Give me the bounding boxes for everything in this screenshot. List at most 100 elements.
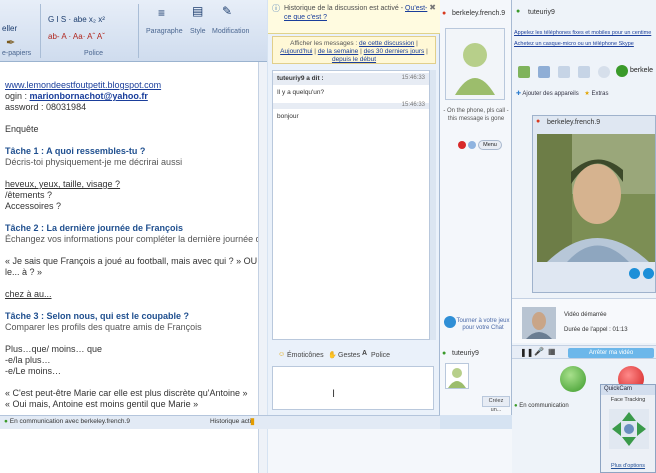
online-status-icon: ● bbox=[442, 350, 447, 357]
history-notice: ⓘ Historique de la discussion est activé… bbox=[268, 0, 440, 34]
ribbon-group-police: Police bbox=[84, 50, 104, 57]
call-icon[interactable] bbox=[616, 65, 628, 77]
contact2-name[interactable]: tuteuriy9 bbox=[452, 350, 479, 357]
enquete-heading: Enquête bbox=[5, 124, 39, 134]
skype-toolbar: berkele bbox=[512, 62, 656, 80]
history-link-discussion[interactable]: de cette discussion bbox=[359, 40, 414, 47]
history-link-all[interactable]: depuis le début bbox=[332, 56, 376, 63]
format-painter-icon[interactable]: ✒ bbox=[6, 36, 15, 49]
message-divider: 15:46:33 bbox=[273, 102, 429, 109]
block-icon[interactable] bbox=[458, 141, 466, 149]
font-color-buttons[interactable]: ab‑ A · Aa· Aˆ Aˇ bbox=[48, 32, 105, 41]
contact1-name[interactable]: berkeley.french.9 bbox=[452, 10, 505, 17]
paragraphe-button[interactable]: Paragraphe bbox=[146, 28, 183, 35]
task3-line: « Oui mais, Antoine est moins gentil que… bbox=[5, 399, 199, 409]
online-status-icon: ● bbox=[516, 8, 521, 15]
promo-link-calls[interactable]: Appelez les téléphones fixes et mobiles … bbox=[514, 28, 656, 39]
style-icon[interactable]: ▤ bbox=[192, 4, 203, 18]
call-button[interactable] bbox=[560, 366, 586, 392]
login-value[interactable]: marionbornachot@yahoo.fr bbox=[30, 91, 148, 101]
task1-line: Accessoires ? bbox=[5, 201, 62, 211]
ribbon-paste-label[interactable]: eller bbox=[2, 24, 17, 33]
chat-scrollbar[interactable] bbox=[430, 70, 436, 340]
info-icon[interactable] bbox=[468, 141, 476, 149]
font-button[interactable]: Police bbox=[371, 352, 390, 359]
text-cursor-icon: I bbox=[332, 388, 336, 400]
ad-link[interactable]: Tourner à votre jeux pour votre Chat bbox=[456, 318, 510, 332]
history-icon[interactable] bbox=[598, 66, 610, 78]
task3-line: -e/la plus… bbox=[5, 355, 51, 365]
history-notice-text: Historique de la discussion est activé - bbox=[284, 5, 404, 12]
pause-icon[interactable]: ❚❚ bbox=[520, 348, 533, 357]
history-link-week[interactable]: de la semaine bbox=[318, 48, 358, 55]
task2-description: Échangez vos informations pour compléter… bbox=[5, 234, 258, 244]
extras-icon[interactable]: ★ bbox=[584, 91, 589, 97]
menu-button[interactable]: Menu bbox=[478, 140, 502, 150]
center-icon[interactable] bbox=[624, 424, 634, 434]
call-duration: Durée de l'appel : 01:13 bbox=[564, 327, 628, 333]
history-link-today[interactable]: Aujourd'hui bbox=[280, 48, 312, 55]
default-avatar-icon bbox=[448, 368, 466, 388]
message-time: 15:46:33 bbox=[401, 75, 425, 81]
contact2-title: ● tuteuriy9 bbox=[440, 350, 512, 362]
mute-icon[interactable]: 🎤 bbox=[534, 347, 544, 356]
keypad-icon[interactable]: ▦ bbox=[548, 347, 556, 356]
task2-heading: Tâche 2 : La dernière journée de Françoi… bbox=[5, 223, 184, 233]
face-tracking-label[interactable]: Face Tracking bbox=[601, 397, 655, 403]
add-devices-button[interactable]: Ajouter des appareils bbox=[522, 91, 578, 97]
ribbon-separator bbox=[138, 4, 139, 58]
contact1-avatar bbox=[445, 28, 505, 100]
skype-promo-links: Appelez les téléphones fixes et mobiles … bbox=[514, 28, 656, 50]
modification-button[interactable]: Modification bbox=[212, 28, 249, 35]
add-icon[interactable]: ✚ bbox=[516, 91, 521, 97]
document-body[interactable]: www.lemondeestfoutpetit.blogspot.com ogi… bbox=[0, 62, 258, 473]
word-ribbon: eller ✒ e-papiers G I S · abe x₂ x² ab‑ … bbox=[0, 0, 267, 62]
message-author: tuteuriy9 a dit : bbox=[277, 75, 324, 82]
blog-url[interactable]: www.lemondeestfoutpetit.blogspot.com bbox=[5, 80, 258, 91]
create-button[interactable]: Créez un... bbox=[482, 396, 510, 413]
stop-video-button[interactable]: Arrêter ma vidéo bbox=[568, 348, 654, 358]
task3-line: Plus…que/ moins… que bbox=[5, 344, 103, 354]
paragraph-icon[interactable]: ≡ bbox=[158, 6, 165, 20]
modification-icon[interactable]: ✎ bbox=[222, 4, 232, 18]
info-icon: ⓘ bbox=[272, 4, 280, 13]
task2-line: chez à au... bbox=[5, 289, 52, 299]
send-file-icon[interactable] bbox=[578, 66, 590, 78]
gestures-button[interactable]: Gestes bbox=[338, 352, 360, 359]
contact1-title: ● berkeley.french.9 bbox=[440, 10, 512, 24]
promo-link-headset[interactable]: Achetez un casque-micro ou un téléphone … bbox=[514, 39, 656, 50]
history-link-30days[interactable]: des 30 derniers jours bbox=[364, 48, 425, 55]
remote-video-feed bbox=[537, 134, 655, 262]
fullscreen-icon[interactable] bbox=[643, 268, 654, 279]
quickcam-window: QuickCam Face Tracking Plus d'options bbox=[600, 384, 656, 473]
call-info-panel: Vidéo démarrée Durée de l'appel : 01:13 bbox=[512, 298, 656, 343]
emoticon-icon[interactable]: ☺ bbox=[278, 351, 285, 358]
contact-short-name[interactable]: berkele bbox=[630, 67, 653, 74]
font-icon[interactable]: A bbox=[362, 350, 367, 357]
video-icon[interactable] bbox=[558, 66, 570, 78]
extras-button[interactable]: Extras bbox=[591, 91, 608, 97]
style-button[interactable]: Style bbox=[190, 28, 206, 35]
chat-icon[interactable] bbox=[538, 66, 550, 78]
login-line: ogin : marionbornachot@yahoo.fr bbox=[5, 91, 258, 102]
document-scrollbar[interactable] bbox=[258, 62, 267, 473]
video-settings-icon[interactable] bbox=[629, 268, 640, 279]
message-input[interactable] bbox=[272, 366, 434, 410]
contacts-icon[interactable] bbox=[518, 66, 530, 78]
close-icon[interactable]: ✖ bbox=[429, 3, 436, 12]
task1-line: /êtements ? bbox=[5, 190, 53, 200]
quickcam-options-link[interactable]: Plus d'options bbox=[601, 463, 655, 469]
skype-user-name[interactable]: tuteuriy9 bbox=[528, 9, 555, 16]
emoticons-button[interactable]: Émoticônes bbox=[287, 352, 324, 359]
video-started-label: Vidéo démarrée bbox=[564, 312, 607, 318]
task1-line: heveux, yeux, taille, visage ? bbox=[5, 179, 121, 189]
contact1-status-message: - On the phone, pls call - this message … bbox=[443, 108, 509, 122]
font-style-buttons[interactable]: G I S · abe x₂ x² bbox=[48, 15, 105, 24]
nudge-icon[interactable]: ✋ bbox=[328, 351, 337, 359]
contact-sidebar: ● berkeley.french.9 - On the phone, pls … bbox=[440, 0, 512, 415]
pan-tilt-pad bbox=[609, 409, 649, 449]
word-document-window: eller ✒ e-papiers G I S · abe x₂ x² ab‑ … bbox=[0, 0, 267, 473]
quickcam-title: QuickCam bbox=[604, 386, 633, 392]
history-options: Afficher les messages : de cette discuss… bbox=[272, 36, 436, 64]
video-window-title: ● berkeley.french.9 bbox=[533, 116, 656, 130]
